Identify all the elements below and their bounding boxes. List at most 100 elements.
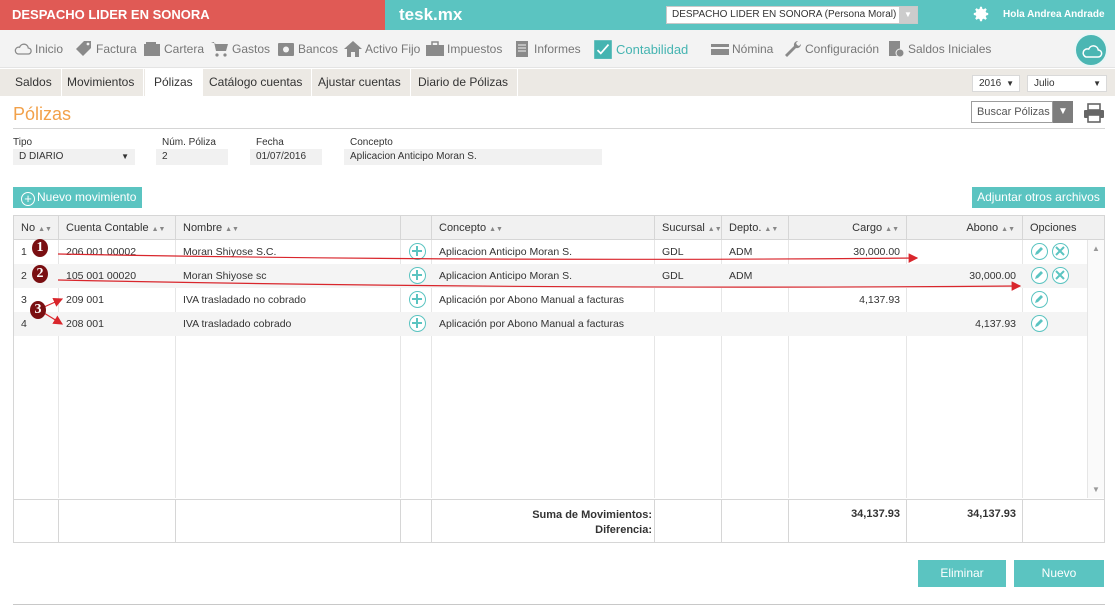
chevron-down-icon: ▼ xyxy=(899,7,917,23)
col-sucursal[interactable]: Sucursal ▲▼ xyxy=(655,216,722,240)
col-abono[interactable]: Abono ▲▼ xyxy=(907,216,1023,240)
pencil-icon xyxy=(1035,247,1043,255)
table-row[interactable]: 2 105 001 00020 Moran Shiyose sc Aplicac… xyxy=(14,264,1087,288)
edit-button[interactable] xyxy=(1031,267,1048,284)
nav-configuracion[interactable]: Configuración xyxy=(783,30,879,68)
add-detail-button[interactable] xyxy=(409,291,426,308)
scroll-up-icon[interactable]: ▲ xyxy=(1092,244,1100,253)
nav-gastos[interactable]: Gastos xyxy=(210,30,270,68)
nav-nomina[interactable]: Nómina xyxy=(710,30,773,68)
cloud-icon xyxy=(14,43,32,55)
company-select[interactable]: DESPACHO LIDER EN SONORA (Persona Moral)… xyxy=(666,6,918,24)
nav-inicio[interactable]: Inicio xyxy=(13,30,63,68)
num-poliza-label: Núm. Póliza xyxy=(162,137,216,148)
col-no[interactable]: No ▲▼ xyxy=(14,216,59,240)
attach-files-button[interactable]: Adjuntar otros archivos xyxy=(972,187,1105,208)
new-button[interactable]: Nuevo xyxy=(1014,560,1104,587)
sum-label: Suma de Movimientos: xyxy=(532,509,652,521)
col-add xyxy=(401,216,432,240)
cell-nombre: IVA trasladado no cobrado xyxy=(183,294,306,306)
scroll-down-icon[interactable]: ▼ xyxy=(1092,485,1100,494)
edit-button[interactable] xyxy=(1031,243,1048,260)
nav-factura[interactable]: Factura xyxy=(74,30,137,68)
add-detail-button[interactable] xyxy=(409,315,426,332)
cell-depto: ADM xyxy=(729,270,753,282)
sum-labels: Suma de Movimientos: Diferencia: xyxy=(432,508,652,538)
edit-button[interactable] xyxy=(1031,315,1048,332)
chevron-down-icon: ▼ xyxy=(1006,79,1014,88)
add-detail-button[interactable] xyxy=(409,243,426,260)
cell-concepto: Aplicación por Abono Manual a facturas xyxy=(439,318,625,330)
column-divider xyxy=(1022,500,1023,543)
col-cuenta[interactable]: Cuenta Contable ▲▼ xyxy=(59,216,176,240)
col-concepto[interactable]: Concepto ▲▼ xyxy=(432,216,655,240)
cell-concepto: Aplicación por Abono Manual a facturas xyxy=(439,294,625,306)
safe-icon xyxy=(278,43,294,56)
new-movement-button[interactable]: + Nuevo movimiento xyxy=(13,187,142,208)
table-row[interactable]: 3 209 001 IVA trasladado no cobrado Apli… xyxy=(14,288,1087,312)
wallet-icon xyxy=(144,42,160,56)
year-select[interactable]: 2016 ▼ xyxy=(972,75,1020,92)
delete-button[interactable]: Eliminar xyxy=(918,560,1006,587)
cell-depto xyxy=(722,312,729,336)
tab-catalogo-cuentas[interactable]: Catálogo cuentas xyxy=(200,69,313,96)
sort-icon: ▲▼ xyxy=(151,226,166,233)
cell-sucursal xyxy=(655,288,662,312)
add-detail-button[interactable] xyxy=(409,267,426,284)
tab-ajustar-cuentas[interactable]: Ajustar cuentas xyxy=(309,69,411,96)
nav-contabilidad[interactable]: Contabilidad xyxy=(592,30,688,68)
nav-cartera[interactable]: Cartera xyxy=(142,30,204,68)
edit-button[interactable] xyxy=(1031,291,1048,308)
cell-cargo xyxy=(789,312,907,336)
cell-cargo: 30,000.00 xyxy=(853,246,900,258)
delete-row-button[interactable] xyxy=(1052,243,1069,260)
tab-diario-polizas[interactable]: Diario de Pólizas xyxy=(409,69,519,96)
gear-icon[interactable] xyxy=(972,5,990,23)
nav-impuestos[interactable]: Impuestos xyxy=(425,30,502,68)
close-icon xyxy=(1055,270,1065,280)
tab-movimientos[interactable]: Movimientos xyxy=(58,69,145,96)
app-logo[interactable]: tesk.mx xyxy=(399,0,462,30)
col-nombre[interactable]: Nombre ▲▼ xyxy=(176,216,401,240)
nav-label: Gastos xyxy=(232,42,271,56)
cloud-sync-button[interactable] xyxy=(1074,33,1108,67)
col-depto[interactable]: Depto. ▲▼ xyxy=(722,216,789,240)
movements-table: No ▲▼ Cuenta Contable ▲▼ Nombre ▲▼ Concepto… xyxy=(13,215,1105,543)
main-nav: Inicio Factura Cartera Gastos Bancos Act… xyxy=(0,30,1115,68)
tab-saldos[interactable]: Saldos xyxy=(6,69,62,96)
fecha-field[interactable]: 01/07/2016 xyxy=(250,149,322,165)
column-divider xyxy=(906,500,907,543)
user-greeting[interactable]: Hola Andrea Andrade xyxy=(1003,0,1105,30)
table-row[interactable]: 4 208 001 IVA trasladado cobrado Aplicac… xyxy=(14,312,1087,336)
nav-bancos[interactable]: Bancos xyxy=(276,30,338,68)
column-divider xyxy=(654,500,655,543)
search-polizas-button[interactable]: Buscar Pólizas xyxy=(971,101,1053,123)
col-cargo[interactable]: Cargo ▲▼ xyxy=(789,216,907,240)
num-poliza-field[interactable]: 2 xyxy=(156,149,228,165)
cell-cuenta: 105 001 00020 xyxy=(66,270,137,282)
nav-activo-fijo[interactable]: Activo Fijo xyxy=(343,30,420,68)
cell-abono: 30,000.00 xyxy=(969,270,1016,282)
cloud-icon xyxy=(1082,45,1103,58)
tab-polizas[interactable]: Pólizas xyxy=(145,69,203,96)
cell-cuenta: 208 001 xyxy=(66,318,104,330)
plus-icon: + xyxy=(21,192,35,206)
tipo-select[interactable]: D DIARIO ▼ xyxy=(13,149,135,165)
sort-icon: ▲▼ xyxy=(1001,226,1015,233)
card-icon xyxy=(711,44,729,55)
delete-row-button[interactable] xyxy=(1052,267,1069,284)
month-select[interactable]: Julio ▼ xyxy=(1027,75,1107,92)
cell-cargo xyxy=(789,264,907,288)
divider xyxy=(13,604,1105,605)
print-icon[interactable] xyxy=(1083,103,1105,123)
col-sucursal-label: Sucursal xyxy=(662,222,705,234)
table-scrollbar[interactable]: ▲ ▼ xyxy=(1087,240,1104,498)
tipo-select-value: D DIARIO xyxy=(19,151,64,162)
nav-saldos-iniciales[interactable]: Saldos Iniciales xyxy=(886,30,991,68)
concepto-field[interactable]: Aplicacion Anticipo Moran S. xyxy=(344,149,602,165)
col-cuenta-label: Cuenta Contable xyxy=(66,222,149,234)
nav-informes[interactable]: Informes xyxy=(512,30,581,68)
table-row[interactable]: 1 206 001 00002 Moran Shiyose S.C. Aplic… xyxy=(14,240,1087,264)
chevron-down-icon[interactable]: ▼ xyxy=(1053,101,1073,123)
sort-icon: ▲▼ xyxy=(764,226,779,233)
